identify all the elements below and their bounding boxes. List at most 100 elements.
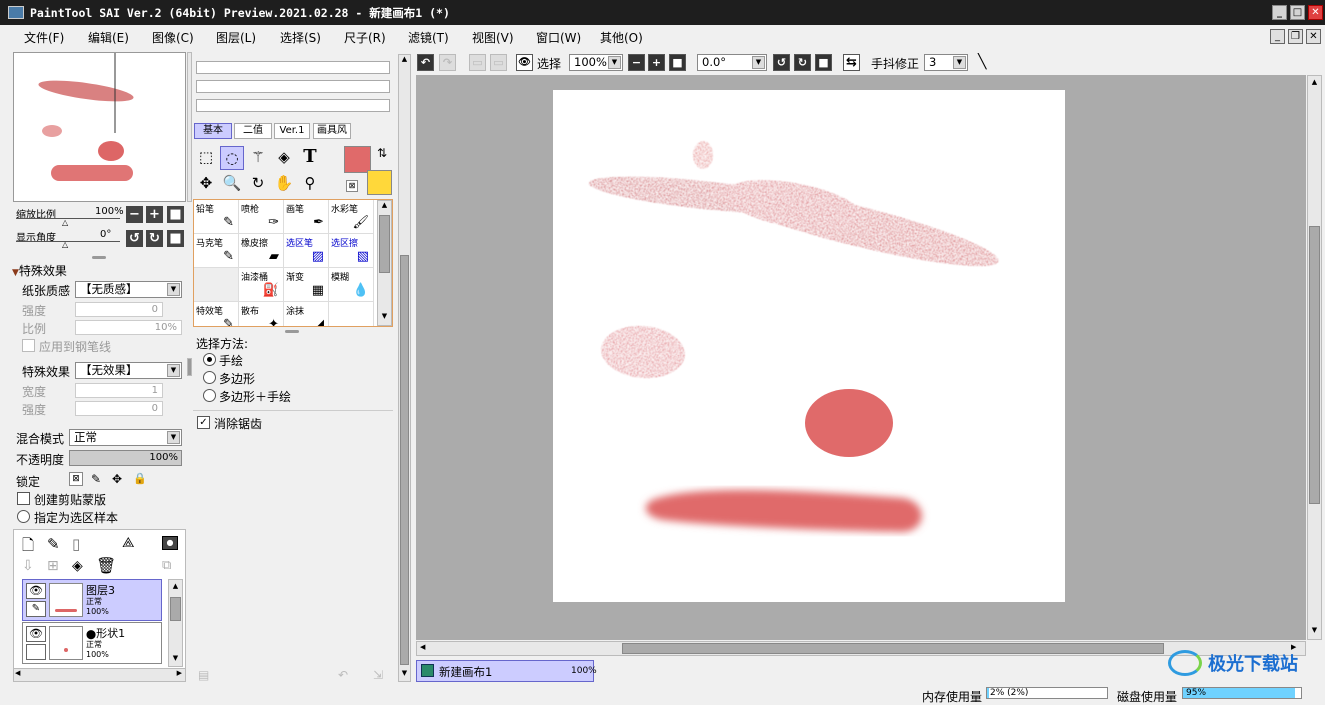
export-icon[interactable]: ⇲ (373, 668, 383, 682)
show-selection-eye-icon[interactable]: 👁 (516, 54, 533, 71)
merge-icon[interactable]: ⊞ (47, 558, 59, 574)
scroll-up-icon[interactable]: ▲ (169, 580, 182, 593)
effects-header[interactable]: ▼特殊效果 (12, 262, 67, 279)
canvas-vscrollbar[interactable]: ▲ ▼ (1307, 75, 1322, 640)
eye-icon[interactable]: 👁 (26, 626, 46, 642)
rect-select-icon[interactable]: ⬚ (194, 146, 218, 170)
shape-tool-icon[interactable]: ◈ (272, 146, 296, 170)
apply-to-pen-checkbox[interactable] (22, 339, 35, 352)
minimize-button[interactable]: _ (1272, 5, 1287, 20)
rotate-left-button[interactable]: ↺ (126, 230, 143, 247)
brush-slot[interactable]: 涂抹 ◢ (284, 302, 329, 326)
close-button[interactable]: ✕ (1308, 5, 1323, 20)
effects-scrollbar[interactable] (187, 358, 192, 376)
antialias-checkbox[interactable]: ✓ (197, 416, 210, 429)
brush-slot[interactable]: 模糊 💧 (329, 268, 374, 302)
scroll-down-icon[interactable]: ▼ (1308, 626, 1321, 634)
zoom-in-button[interactable]: + (146, 206, 163, 223)
navigator-preview[interactable] (13, 52, 186, 202)
menu-file[interactable]: 文件(F) (24, 29, 64, 46)
toolbar-zoom-in-button[interactable]: + (648, 54, 665, 71)
mdi-minimize-button[interactable]: _ (1270, 29, 1285, 44)
effect-width-field[interactable]: 1 (75, 383, 163, 398)
undo-small-icon[interactable]: ↶ (338, 668, 348, 682)
tab-painter[interactable]: 画具风 (313, 123, 351, 139)
angle-select[interactable]: 0.0° ▼ (697, 54, 767, 71)
toolbar-rotate-reset-button[interactable]: ■ (815, 54, 832, 71)
brush-slider[interactable] (196, 80, 390, 93)
layer-scroll-thumb[interactable] (170, 597, 181, 621)
toolbar-rotate-right-button[interactable]: ↻ (794, 54, 811, 71)
lasso-icon[interactable]: ◌ (220, 146, 244, 170)
text-tool-icon[interactable]: T (298, 146, 322, 170)
secondary-color-swatch[interactable] (367, 170, 392, 195)
brush-scroll-thumb[interactable] (379, 215, 390, 273)
magic-wand-icon[interactable]: ⚚ (246, 146, 270, 170)
scroll-down-icon[interactable]: ▼ (378, 312, 391, 320)
mdi-close-button[interactable]: ✕ (1306, 29, 1321, 44)
redo-button[interactable]: ↷ (439, 54, 456, 71)
tab-binary[interactable]: 二值 (234, 123, 272, 139)
scroll-up-icon[interactable]: ▲ (1308, 78, 1321, 86)
lock-move-icon[interactable]: ✥ (112, 472, 122, 486)
tool-panel-scrollbar[interactable]: ▲ ▼ (398, 54, 411, 682)
brush-slot[interactable] (329, 302, 374, 326)
maximize-button[interactable]: □ (1290, 5, 1305, 20)
tab-ver1[interactable]: Ver.1 (274, 123, 310, 139)
brush-slot[interactable]: 马克笔 ✎ (194, 234, 239, 268)
brush-slider[interactable] (196, 99, 390, 112)
canvas-hscroll-thumb[interactable] (622, 643, 1164, 654)
blend-mode-select[interactable]: 正常 ▼ (69, 429, 182, 446)
paper-texture-select[interactable]: 【无质感】 ▼ (75, 281, 182, 298)
selection-sample-radio[interactable] (17, 510, 30, 523)
brush-slot[interactable]: 选区笔 ▨ (284, 234, 329, 268)
new-shape-layer-icon[interactable]: ⟁ (122, 535, 135, 551)
new-layer-icon[interactable]: 🗋 (22, 535, 34, 560)
deselect-button[interactable]: ▭ (469, 54, 486, 71)
scroll-down-icon[interactable]: ▼ (399, 669, 410, 677)
menu-filter[interactable]: 滤镜(T) (408, 29, 449, 46)
canvas-vscroll-thumb[interactable] (1309, 226, 1320, 504)
move-down-icon[interactable]: ⇩ (22, 558, 34, 574)
panel-splitter[interactable] (92, 256, 106, 259)
flip-horizontal-icon[interactable]: ⇆ (843, 54, 860, 71)
polygon-freehand-radio[interactable] (203, 389, 216, 402)
zoom-reset-button[interactable]: ■ (167, 206, 184, 223)
brush-slot[interactable]: 橡皮擦 ▰ (239, 234, 284, 268)
menu-image[interactable]: 图像(C) (152, 29, 194, 46)
toolbar-rotate-left-button[interactable]: ↺ (773, 54, 790, 71)
menu-layer[interactable]: 图层(L) (216, 29, 256, 46)
scroll-left-icon[interactable]: ◀ (420, 643, 425, 651)
rotate-tool-icon[interactable]: ↻ (246, 172, 270, 196)
lock-paint-icon[interactable]: ✎ (91, 472, 101, 486)
menu-edit[interactable]: 编辑(E) (88, 29, 129, 46)
brush-slot[interactable]: 渐变 ▦ (284, 268, 329, 302)
polygon-radio[interactable] (203, 371, 216, 384)
move-tool-icon[interactable]: ✥ (194, 172, 218, 196)
layer-row[interactable]: 👁 ⬤形状1 正常 100% (22, 622, 162, 664)
eye-icon[interactable]: 👁 (26, 583, 46, 599)
angle-slider-handle[interactable]: △ (62, 240, 68, 249)
swap-colors-icon[interactable]: ⇅ (377, 146, 387, 160)
stabilizer-select[interactable]: 3 ▼ (924, 54, 968, 71)
scroll-left-icon[interactable]: ◀ (15, 669, 20, 677)
new-folder-icon[interactable]: ▯ (72, 535, 80, 553)
trash-icon[interactable]: 🗑 (96, 556, 116, 575)
invert-select-button[interactable]: ▭ (490, 54, 507, 71)
zoom-select[interactable]: 100% ▼ (569, 54, 623, 71)
menu-view[interactable]: 视图(V) (472, 29, 514, 46)
layer-row[interactable]: 👁 ✎ 图层3 正常 100% (22, 579, 162, 621)
brush-slot[interactable]: 散布 ✦ (239, 302, 284, 326)
preset-icon[interactable]: ▤ (198, 668, 209, 682)
scroll-up-icon[interactable]: ▲ (399, 55, 410, 63)
canvas-paper[interactable] (553, 90, 1065, 602)
rotate-right-button[interactable]: ↻ (146, 230, 163, 247)
eyedropper-icon[interactable]: ⚲ (298, 172, 322, 196)
mdi-restore-button[interactable]: ❐ (1288, 29, 1303, 44)
transparent-color-icon[interactable]: ⊠ (346, 180, 358, 192)
zoom-slider-handle[interactable]: △ (62, 218, 68, 227)
brush-slider[interactable] (196, 61, 390, 74)
lock-transparency-icon[interactable]: ⊠ (69, 472, 83, 486)
brush-slot[interactable]: 喷枪 ✑ (239, 200, 284, 234)
menu-window[interactable]: 窗口(W) (536, 29, 581, 46)
